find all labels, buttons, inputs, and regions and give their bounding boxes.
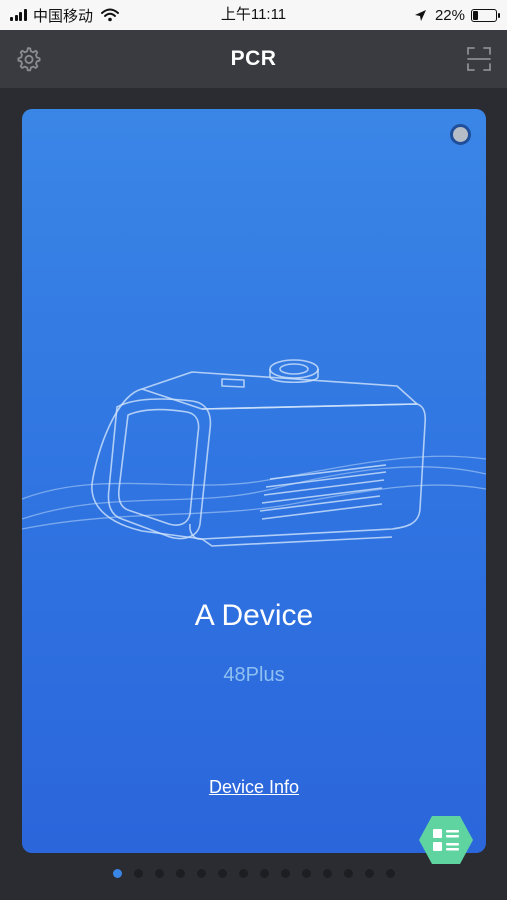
device-name: A Device — [194, 599, 314, 632]
battery-icon — [471, 8, 500, 22]
page-dot[interactable] — [154, 868, 164, 878]
page-dot[interactable] — [175, 868, 185, 878]
status-bar: 中国移动 上午11:11 22% — [0, 0, 507, 30]
page-dot[interactable] — [238, 868, 248, 878]
battery-fill — [473, 10, 479, 20]
page-dot[interactable] — [133, 868, 143, 878]
battery-percent: 22% — [434, 6, 465, 24]
device-list-button[interactable] — [418, 814, 474, 866]
page-dot[interactable] — [259, 868, 269, 878]
page-dot[interactable] — [217, 868, 227, 878]
page-dot[interactable] — [385, 868, 395, 878]
device-info-link[interactable]: Device Info — [22, 777, 486, 798]
page-dot[interactable] — [343, 868, 353, 878]
page-dot[interactable] — [196, 868, 206, 878]
page-dot[interactable] — [112, 868, 122, 878]
page-title: PCR — [230, 47, 277, 70]
device-card[interactable]: A Device 48Plus Device Info — [22, 109, 486, 853]
device-model: 48Plus — [223, 664, 285, 686]
page-indicator[interactable] — [0, 867, 507, 879]
page-dot[interactable] — [280, 868, 290, 878]
page-dot[interactable] — [364, 868, 374, 878]
connection-status-indicator — [450, 124, 471, 145]
nav-bar: PCR — [0, 30, 507, 88]
status-right: 22% — [414, 0, 500, 30]
location-arrow-icon — [414, 9, 426, 21]
page-dot[interactable] — [322, 868, 332, 878]
page-dot[interactable] — [301, 868, 311, 878]
pcr-device-illustration — [22, 359, 486, 547]
scan-icon[interactable] — [465, 45, 493, 73]
